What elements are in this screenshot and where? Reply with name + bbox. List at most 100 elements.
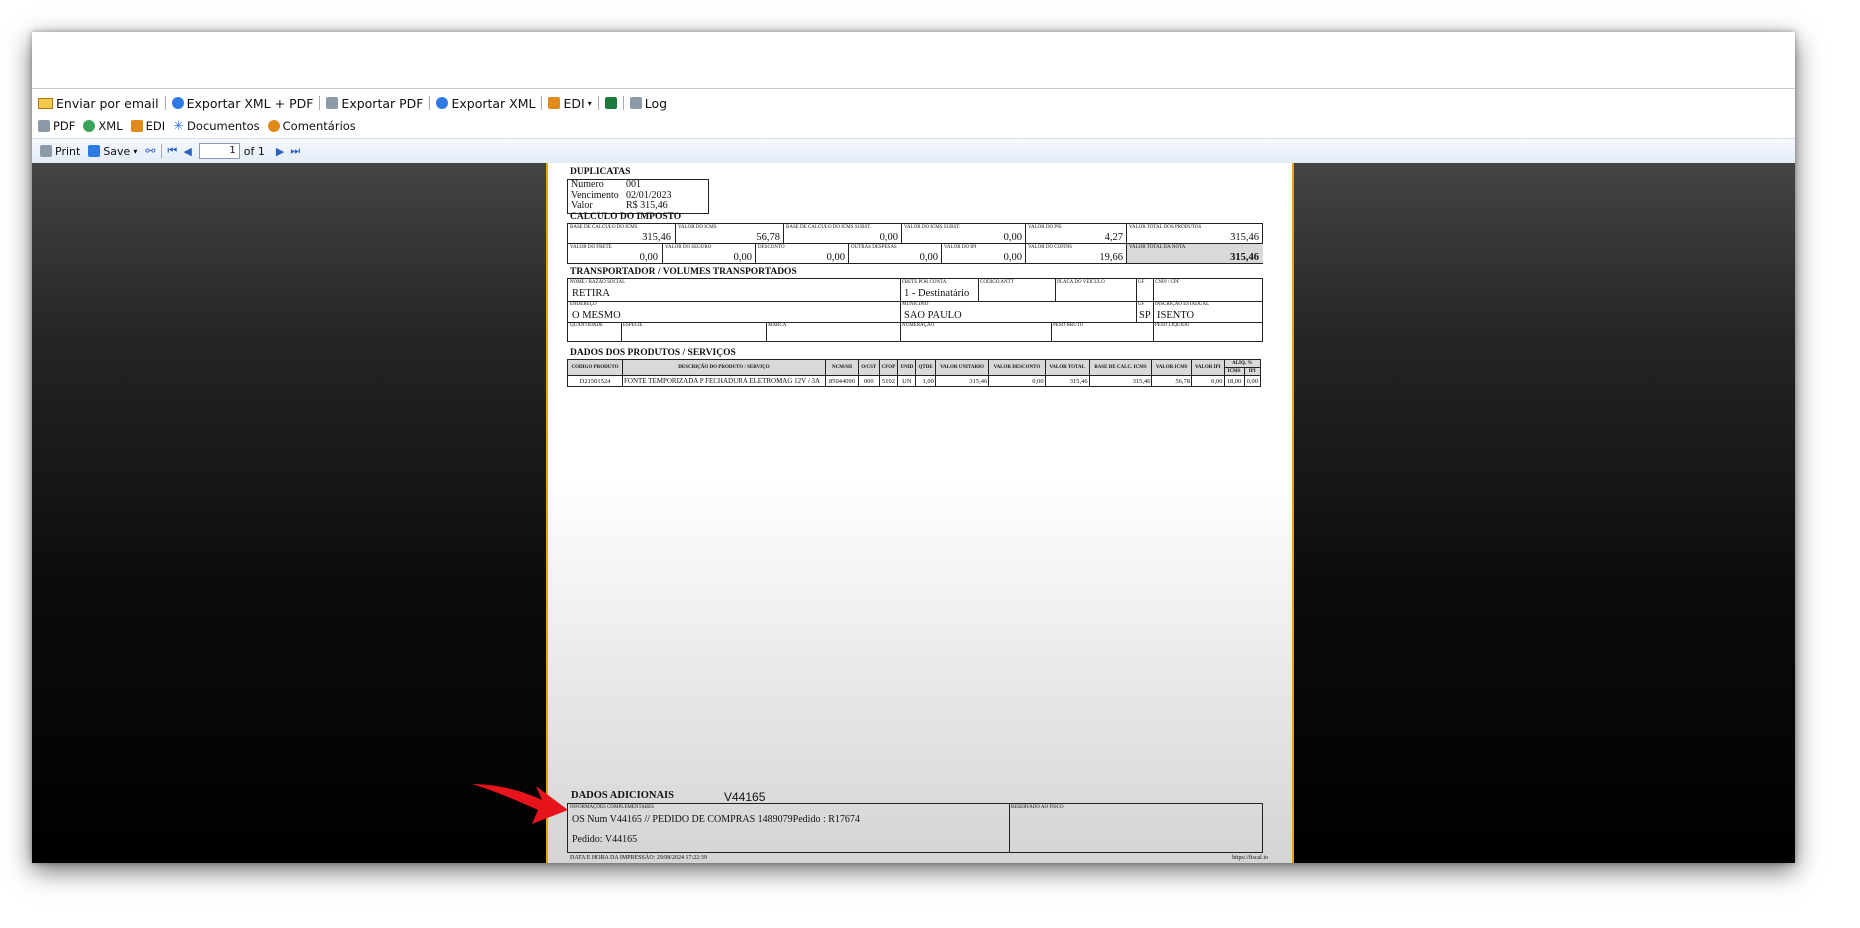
imposto-cell: VALOR TOTAL DOS PRODUTOS 315,46 — [1126, 224, 1263, 243]
table-header-cell: VALOR IPI — [1190, 359, 1225, 376]
duplicatas-box: Numero Vencimento Valor 001 02/01/2023 R… — [567, 179, 709, 214]
floppy-disk-icon — [88, 145, 101, 157]
tab-pdf[interactable]: PDF — [34, 119, 79, 133]
sparkle-icon: ✳ — [173, 118, 185, 134]
comment-icon — [267, 120, 280, 132]
table-cell: 315,46 — [1088, 375, 1153, 387]
page-number-input[interactable]: 1 — [198, 143, 240, 159]
toolbar-separator — [161, 144, 163, 158]
imposto-cell: VALOR DO PIS 4,27 — [1025, 224, 1127, 243]
table-header-cell: VALOR TOTAL — [1044, 359, 1090, 376]
table-cell: 56,78 — [1151, 375, 1192, 387]
table-cell: 85044090 — [825, 375, 859, 387]
imposto-cell: VALOR DO IPI 0,00 — [941, 244, 1026, 263]
xml-pdf-export-icon — [171, 97, 184, 109]
transportador-box: NOME / RAZÃO SOCIAL RETIRA FRETE POR CON… — [567, 278, 1263, 342]
divider — [766, 322, 767, 341]
divider — [1009, 804, 1010, 852]
table-header-cell: ICMS — [1223, 367, 1245, 376]
table-cell: 5102 — [878, 375, 899, 387]
tab-bar: PDF XML EDI ✳ Documentos Comentários — [34, 116, 360, 136]
table-header-cell: NCM/SH — [825, 359, 859, 376]
transportador-title: TRANSPORTADOR / VOLUMES TRANSPORTADOS — [570, 267, 797, 277]
export-xml-pdf-button[interactable]: Exportar XML + PDF — [168, 96, 318, 111]
table-cell: 315,46 — [934, 375, 990, 387]
imposto-cell: VALOR DO ICMS 56,78 — [675, 224, 784, 243]
last-page-icon[interactable]: ⏭ — [287, 144, 303, 158]
table-cell: 0,00 — [1190, 375, 1225, 387]
table-header-cell: VALOR UNITARIO — [934, 359, 990, 376]
duplicatas-values: 001 02/01/2023 R$ 315,46 — [626, 179, 672, 211]
tab-xml[interactable]: XML — [79, 119, 126, 133]
imposto-row2: VALOR DO FRETE 0,00 VALOR DO SEGURO 0,00 D… — [567, 243, 1263, 264]
xml-icon — [83, 120, 96, 132]
export-xml-button[interactable]: Exportar XML — [432, 96, 539, 111]
export-pdf-button[interactable]: Exportar PDF — [322, 96, 427, 111]
divider — [1136, 279, 1137, 322]
log-button[interactable]: Log — [626, 96, 671, 111]
produtos-title: DADOS DOS PRODUTOS / SERVIÇOS — [570, 348, 736, 358]
order-code: V44165 — [724, 790, 766, 804]
divider — [900, 322, 901, 341]
table-header-cell: CFOP — [878, 359, 899, 376]
tab-documentos[interactable]: ✳ Documentos — [169, 119, 264, 134]
imposto-title: CALCULO DO IMPOSTO — [570, 212, 682, 222]
print-datetime: DATA E HORA DA IMPRESSÃO: 29/08/2024 17:… — [570, 855, 707, 861]
table-cell: FONTE TEMPORIZADA P FECHADURA ELETROMAG … — [622, 375, 826, 387]
tab-comentarios[interactable]: Comentários — [264, 119, 360, 133]
divider — [621, 322, 622, 341]
edi-dropdown-button[interactable]: EDI ▾ — [544, 96, 595, 111]
toolbar-separator — [319, 96, 321, 110]
table-cell: 000 — [858, 375, 880, 387]
previous-page-icon[interactable]: ◀ — [180, 145, 194, 158]
window-header-blank — [32, 32, 1795, 89]
table-header-cell: VALOR DESCONTO — [988, 359, 1046, 376]
imposto-cell: DESCONTO 0,00 — [755, 244, 849, 263]
find-button[interactable]: ⚯ — [141, 144, 159, 158]
log-icon — [629, 97, 642, 109]
tab-edi[interactable]: EDI — [127, 119, 170, 133]
save-button[interactable]: Save ▾ — [84, 145, 141, 158]
first-page-icon[interactable]: ⏮ — [164, 144, 180, 158]
print-button[interactable]: Print — [36, 145, 84, 158]
imposto-cell: OUTRAS DESPESAS 0,00 — [848, 244, 942, 263]
imposto-row1: BASE DE CALCULO DO ICMS 315,46 VALOR DO I… — [567, 223, 1263, 244]
duplicatas-title: DUPLICATAS — [570, 167, 631, 177]
chevron-down-icon: ▾ — [587, 98, 592, 108]
send-email-button[interactable]: Enviar por email — [34, 96, 163, 111]
invoice-page: DUPLICATAS Numero Vencimento Valor 001 0… — [546, 163, 1294, 863]
imposto-cell: VALOR DO FRETE 0,00 — [570, 245, 658, 263]
imposto-cell: VALOR DO COFINS 19,66 — [1025, 244, 1127, 263]
produtos-table: CODIGO PRODUTO DESCRIÇÃO DO PRODUTO / SE… — [567, 359, 1262, 387]
footer-url: https://fiscal.io — [1232, 855, 1268, 861]
table-header-cell: DESCRIÇÃO DO PRODUTO / SERVIÇO — [622, 359, 826, 376]
table-header-cell: O/CST — [858, 359, 880, 376]
excel-icon — [604, 97, 617, 109]
duplicatas-labels: Numero Vencimento Valor — [571, 179, 619, 211]
excel-button[interactable] — [601, 97, 621, 109]
imposto-cell: BASE DE CALCULO DO ICMS SUBST. 0,00 — [783, 224, 902, 243]
divider — [1153, 322, 1154, 341]
table-cell: 0,00 — [988, 375, 1046, 387]
truck-icon — [548, 97, 561, 109]
table-cell: 1,00 — [915, 375, 936, 387]
toolbar-separator — [164, 96, 166, 110]
table-cell: 18,00 — [1223, 375, 1245, 387]
truck-icon — [130, 120, 143, 132]
table-cell: 0,00 — [1243, 375, 1262, 387]
imposto-cell: VALOR DO ICMS SUBST. 0,00 — [901, 224, 1026, 243]
divider — [900, 301, 901, 322]
next-page-icon[interactable]: ▶ — [273, 145, 287, 158]
divider — [1153, 279, 1154, 322]
report-viewer-area[interactable]: DUPLICATAS Numero Vencimento Valor 001 0… — [32, 163, 1795, 863]
xml-export-icon — [436, 97, 449, 109]
table-cell: UN — [897, 375, 917, 387]
action-toolbar: Enviar por email Exportar XML + PDF Expo… — [34, 92, 671, 114]
table-header-cell: IPI — [1243, 367, 1262, 376]
table-cell: D21501524 — [567, 375, 623, 387]
toolbar-separator — [622, 96, 624, 110]
divider — [1055, 279, 1056, 301]
adicionais-title: DADOS ADICIONAIS — [571, 790, 674, 801]
red-arrow-icon — [472, 784, 568, 824]
divider — [900, 279, 901, 301]
